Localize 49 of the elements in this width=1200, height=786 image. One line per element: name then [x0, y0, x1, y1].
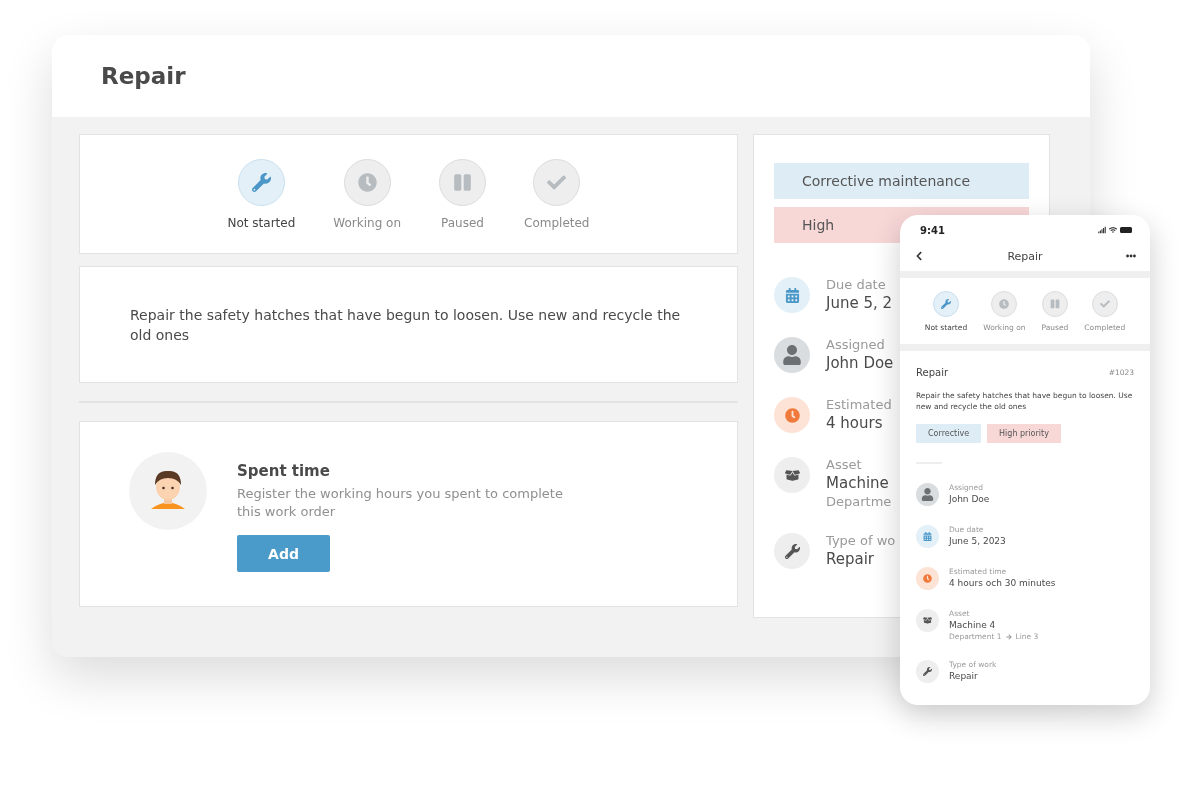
detail-value: Repair: [826, 550, 876, 568]
calendar-icon: [916, 525, 939, 548]
detail-value: Machine 4: [949, 620, 997, 630]
page-title: Repair: [101, 63, 186, 89]
detail-value: 4 hours: [826, 414, 884, 432]
detail-value: Machine: [826, 474, 890, 492]
description-text: Repair the safety hatches that have begun to loosen. Use new and recycle the old ones: [130, 305, 682, 345]
priority-tag: High priority: [987, 424, 1061, 443]
wrench-icon: [916, 660, 939, 683]
wrench-icon: [774, 533, 810, 569]
signal-icon: [1098, 226, 1106, 234]
avatar-icon: [774, 337, 810, 373]
calendar-icon: [774, 277, 810, 313]
wifi-icon: [1109, 226, 1117, 234]
spent-time-text: Register the working hours you spent to complete this work order: [237, 485, 564, 521]
detail-value: John Doe: [949, 494, 990, 504]
clock-icon: [916, 567, 939, 590]
avatar-icon: [916, 483, 939, 506]
category-tag: Corrective: [916, 424, 982, 443]
status-step[interactable]: Not started: [227, 158, 296, 230]
detail-label: Due date: [826, 277, 887, 292]
screen-title: Repair: [1007, 249, 1043, 263]
battery-icon: [1120, 227, 1132, 233]
clock-icon: [991, 290, 1018, 317]
add-button[interactable]: Add: [237, 535, 330, 572]
wrench-icon: [932, 290, 959, 317]
detail-label: Estimated: [826, 397, 892, 412]
spent-time-title: Spent time: [237, 462, 330, 480]
clock-icon: [774, 397, 810, 433]
detail-label: Type of wo: [826, 533, 896, 548]
category-tag: Corrective maintenance: [774, 163, 1029, 199]
status-step[interactable]: Paused: [439, 158, 487, 230]
detail-value: John Doe: [826, 354, 894, 372]
status-time: 9:41: [920, 224, 945, 236]
detail-subtext: Departme: [826, 494, 892, 509]
back-icon[interactable]: [914, 251, 924, 261]
detail-value: Repair: [949, 671, 979, 681]
detail-value: 4 hours och 30 minutes: [949, 578, 1056, 588]
status-step[interactable]: Working on: [333, 158, 402, 230]
detail-label: Assigned: [826, 337, 886, 352]
detail-value: June 5, 2: [826, 294, 893, 312]
pause-icon: [1041, 290, 1068, 317]
detail-label: Asset: [826, 457, 863, 472]
status-step[interactable]: Completed: [524, 158, 590, 230]
checkmark-icon: [1091, 290, 1118, 317]
card-title: Repair: [916, 367, 949, 378]
box-icon: [774, 457, 810, 493]
detail-value: June 5, 2023: [949, 536, 1006, 546]
box-icon: [916, 609, 939, 632]
